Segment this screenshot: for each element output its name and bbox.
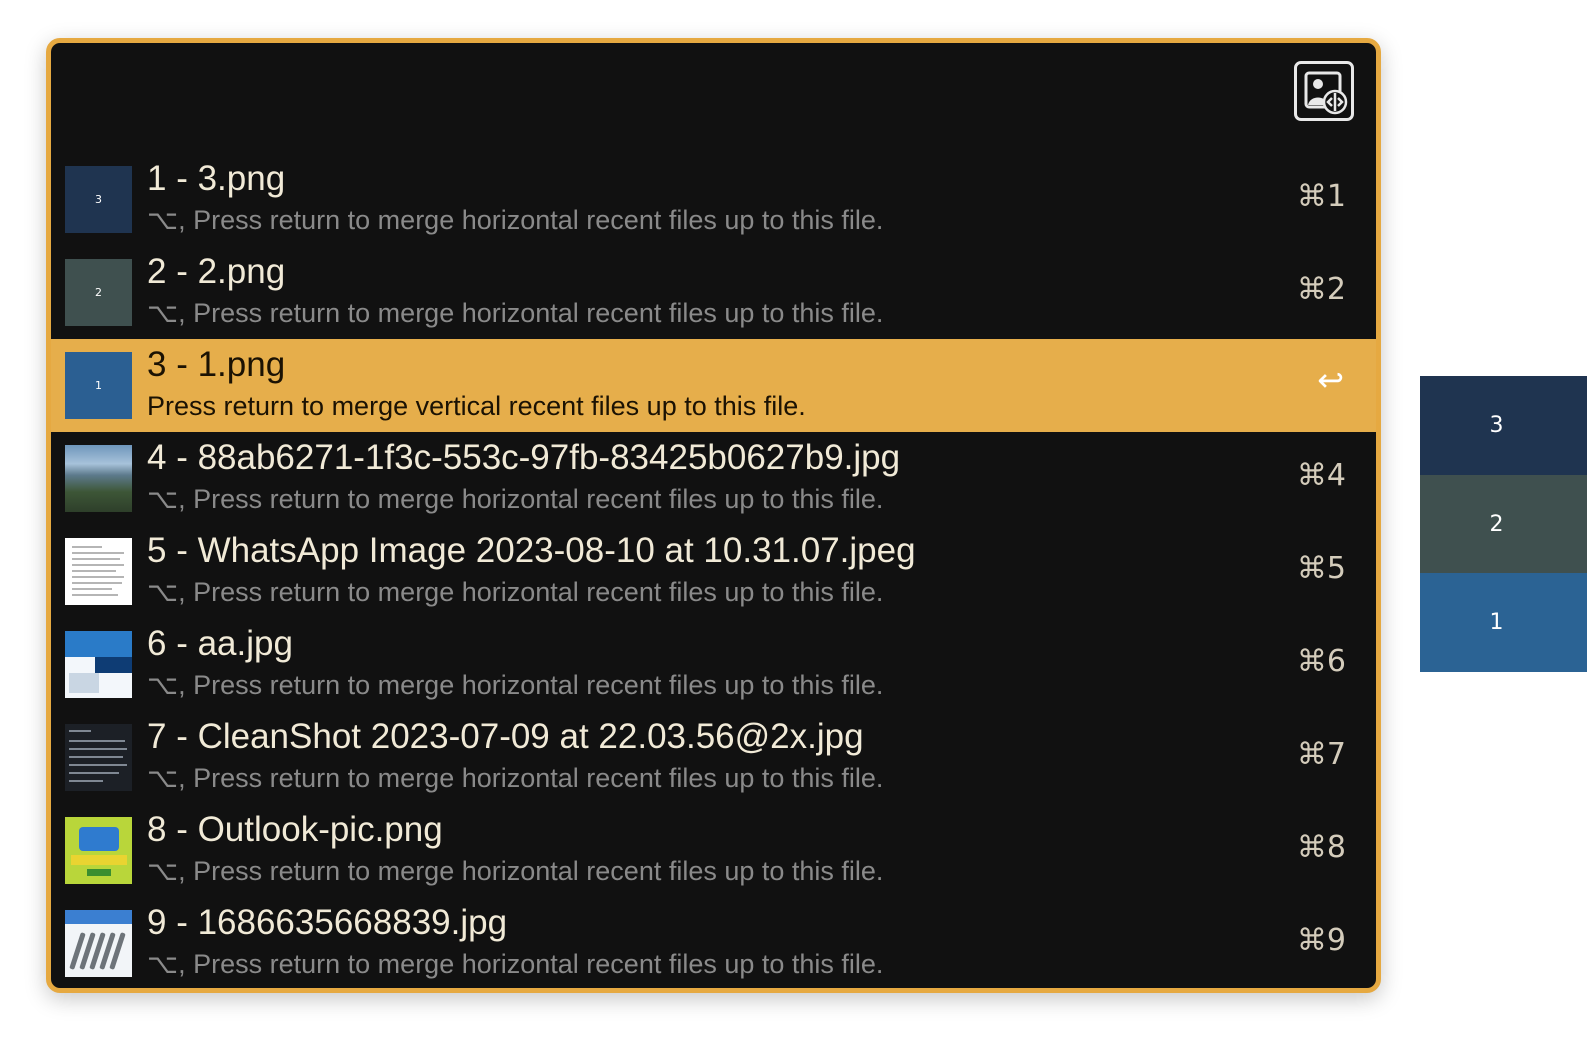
thumbnail-label: 3 (95, 193, 102, 206)
shortcut-label: ⌘7 (1296, 737, 1346, 772)
shortcut-label: ⌘1 (1296, 179, 1346, 214)
result-subtitle: ⌥, Press return to merge horizontal rece… (147, 856, 884, 886)
file-thumbnail: 3 (65, 166, 132, 233)
file-thumbnail: 1 (65, 352, 132, 419)
preview-block-label: 2 (1489, 511, 1504, 537)
shortcut-label: ⌘2 (1296, 272, 1346, 307)
return-key-icon: ↩ (1317, 361, 1344, 399)
thumbnail-label: 1 (95, 379, 102, 392)
merged-image-preview: 3 2 1 (1420, 376, 1587, 673)
shortcut-label: ⌘6 (1296, 644, 1346, 679)
image-merge-icon (1294, 61, 1354, 121)
result-title: 7 - CleanShot 2023-07-09 at 22.03.56@2x.… (147, 717, 864, 756)
result-subtitle: ⌥, Press return to merge horizontal rece… (147, 763, 884, 793)
result-title: 5 - WhatsApp Image 2023-08-10 at 10.31.0… (147, 531, 916, 570)
query-input[interactable] (75, 67, 1279, 125)
file-thumbnail (65, 445, 132, 512)
result-row[interactable]: 6 - aa.jpg ⌥, Press return to merge hori… (51, 618, 1376, 711)
result-subtitle: ⌥, Press return to merge horizontal rece… (147, 298, 884, 328)
result-title: 3 - 1.png (147, 345, 286, 384)
result-row-selected[interactable]: 1 3 - 1.png Press return to merge vertic… (51, 339, 1376, 432)
shortcut-label: ⌘9 (1296, 923, 1346, 958)
shortcut-label: ⌘8 (1296, 830, 1346, 865)
result-title: 1 - 3.png (147, 159, 286, 198)
results-list: 3 1 - 3.png ⌥, Press return to merge hor… (51, 153, 1376, 988)
result-row[interactable]: 7 - CleanShot 2023-07-09 at 22.03.56@2x.… (51, 711, 1376, 804)
file-thumbnail (65, 538, 132, 605)
result-title: 4 - 88ab6271-1f3c-553c-97fb-83425b0627b9… (147, 438, 901, 477)
alfred-window: 3 1 - 3.png ⌥, Press return to merge hor… (46, 38, 1381, 993)
shortcut-label: ⌘5 (1296, 551, 1346, 586)
result-title: 2 - 2.png (147, 252, 286, 291)
query-bar (51, 43, 1376, 151)
file-thumbnail (65, 910, 132, 977)
result-subtitle: ⌥, Press return to merge horizontal rece… (147, 949, 884, 979)
preview-block: 3 (1420, 376, 1587, 475)
result-subtitle: ⌥, Press return to merge horizontal rece… (147, 484, 884, 514)
preview-block-label: 3 (1489, 412, 1504, 438)
result-row[interactable]: 2 2 - 2.png ⌥, Press return to merge hor… (51, 246, 1376, 339)
result-subtitle: Press return to merge vertical recent fi… (147, 391, 806, 421)
preview-block-label: 1 (1489, 610, 1504, 636)
result-row[interactable]: 8 - Outlook-pic.png ⌥, Press return to m… (51, 804, 1376, 897)
result-title: 9 - 1686635668839.jpg (147, 903, 508, 942)
shortcut-label: ⌘4 (1296, 458, 1346, 493)
result-row[interactable]: 5 - WhatsApp Image 2023-08-10 at 10.31.0… (51, 525, 1376, 618)
file-thumbnail (65, 817, 132, 884)
file-thumbnail: 2 (65, 259, 132, 326)
file-thumbnail (65, 631, 132, 698)
result-row[interactable]: 3 1 - 3.png ⌥, Press return to merge hor… (51, 153, 1376, 246)
preview-block: 1 (1420, 573, 1587, 673)
result-row[interactable]: 4 - 88ab6271-1f3c-553c-97fb-83425b0627b9… (51, 432, 1376, 525)
file-thumbnail (65, 724, 132, 791)
result-subtitle: ⌥, Press return to merge horizontal rece… (147, 670, 884, 700)
thumbnail-label: 2 (95, 286, 102, 299)
result-subtitle: ⌥, Press return to merge horizontal rece… (147, 577, 884, 607)
result-title: 8 - Outlook-pic.png (147, 810, 443, 849)
preview-block: 2 (1420, 474, 1587, 574)
result-title: 6 - aa.jpg (147, 624, 293, 663)
result-subtitle: ⌥, Press return to merge horizontal rece… (147, 205, 884, 235)
result-row[interactable]: 9 - 1686635668839.jpg ⌥, Press return to… (51, 897, 1376, 988)
